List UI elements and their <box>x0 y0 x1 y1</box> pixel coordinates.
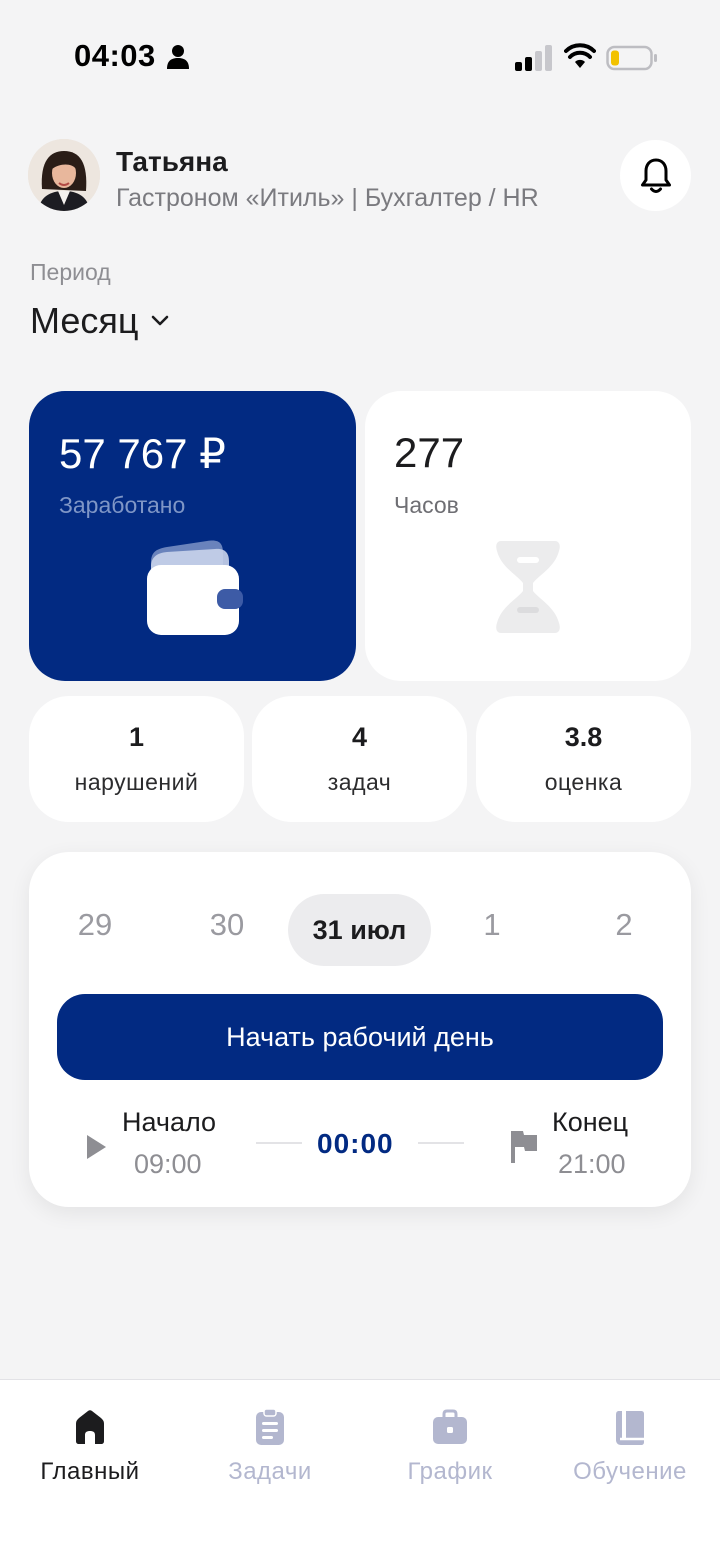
work-timer: 00:00 <box>317 1128 394 1159</box>
home-icon <box>76 1410 104 1444</box>
hours-value: 277 <box>394 429 465 476</box>
book-icon <box>616 1410 644 1445</box>
period-label: Период <box>30 259 111 285</box>
status-time: 04:03 <box>74 38 156 73</box>
nav-label: Обучение <box>573 1458 687 1485</box>
hours-label: Часов <box>394 492 459 518</box>
stat-label: нарушений <box>74 769 199 795</box>
stat-value: 1 <box>128 722 145 752</box>
user-workplace-role: Гастроном «Итиль» | Бухгалтер / HR <box>116 184 539 212</box>
date-item[interactable]: 29 <box>55 907 135 943</box>
earned-card[interactable]: 57 767 ₽ Заработано <box>29 391 356 681</box>
rating-stat[interactable]: 3.8 оценка <box>476 696 691 822</box>
start-time: 09:00 <box>134 1149 202 1179</box>
stat-label: задач <box>327 769 392 795</box>
wallet-icon <box>147 540 243 635</box>
nav-tasks[interactable]: Задачи <box>180 1380 360 1510</box>
nav-label: Главный <box>40 1458 140 1485</box>
date-item-selected[interactable]: 31 июл <box>288 894 431 966</box>
end-time: 21:00 <box>558 1149 626 1179</box>
clipboard-icon <box>256 1408 284 1445</box>
user-name: Татьяна <box>116 146 228 177</box>
nav-learning[interactable]: Обучение <box>540 1380 720 1510</box>
stat-label: оценка <box>544 769 623 795</box>
person-icon <box>167 45 189 69</box>
earned-value: 57 767 ₽ <box>59 430 226 477</box>
play-icon <box>87 1135 106 1159</box>
bottom-navigation: Главный Задачи График Обучение <box>0 1379 720 1567</box>
divider <box>418 1142 464 1144</box>
chevron-down-icon <box>151 315 168 326</box>
violations-stat[interactable]: 1 нарушений <box>29 696 244 822</box>
battery-icon <box>606 45 657 71</box>
period-dropdown[interactable]: Месяц <box>30 300 169 342</box>
period-value: Месяц <box>30 300 139 341</box>
avatar[interactable] <box>28 139 100 211</box>
nav-label: График <box>407 1458 493 1485</box>
cellular-signal-icon <box>515 45 552 71</box>
bell-icon <box>640 158 671 193</box>
divider <box>256 1142 302 1144</box>
workday-panel: 29 30 31 июл 1 2 Начать рабочий день Нач… <box>29 852 691 1207</box>
nav-label: Задачи <box>228 1458 312 1485</box>
nav-schedule[interactable]: График <box>360 1380 540 1510</box>
hours-card[interactable]: 277 Часов <box>365 391 691 681</box>
date-item[interactable]: 1 <box>452 907 532 943</box>
hourglass-icon <box>496 541 560 633</box>
notifications-button[interactable] <box>620 140 691 211</box>
date-item[interactable]: 2 <box>584 907 664 943</box>
briefcase-icon <box>433 1409 467 1444</box>
start-workday-button[interactable]: Начать рабочий день <box>57 994 663 1080</box>
flag-icon <box>511 1131 537 1163</box>
wifi-icon <box>564 43 596 68</box>
end-label: Конец <box>552 1107 629 1137</box>
date-item[interactable]: 30 <box>187 907 267 943</box>
earned-label: Заработано <box>59 492 186 518</box>
tasks-stat[interactable]: 4 задач <box>252 696 467 822</box>
nav-home[interactable]: Главный <box>0 1380 180 1510</box>
stat-value: 3.8 <box>564 722 603 752</box>
stat-value: 4 <box>351 722 368 752</box>
start-label: Начало <box>122 1107 217 1137</box>
